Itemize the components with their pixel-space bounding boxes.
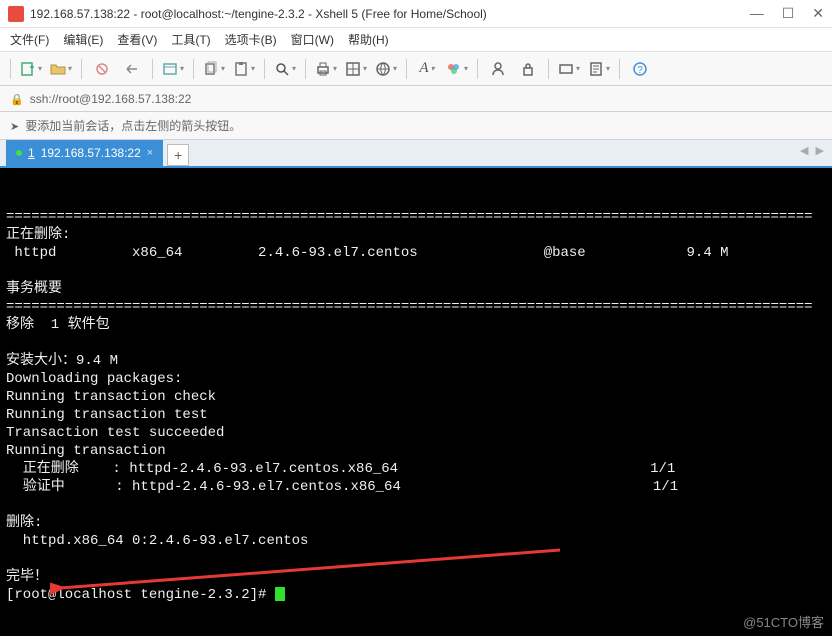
tab-index: 1 <box>28 146 35 160</box>
separator <box>10 59 11 79</box>
reconnect-button[interactable] <box>90 57 114 81</box>
layout-button[interactable] <box>344 57 368 81</box>
menu-window[interactable]: 窗口(W) <box>291 31 334 48</box>
toolbar: A ? <box>0 52 832 86</box>
menu-edit[interactable]: 编辑(E) <box>63 31 103 48</box>
font-button[interactable]: A <box>415 57 439 81</box>
cursor-block <box>275 587 285 601</box>
menu-file[interactable]: 文件(F) <box>10 31 49 48</box>
new-button[interactable] <box>19 57 43 81</box>
help-button[interactable]: ? <box>628 57 652 81</box>
separator <box>193 59 194 79</box>
tab-row: 1 192.168.57.138:22 × + ◀ ▶ <box>0 140 832 168</box>
maximize-button[interactable]: ☐ <box>782 5 795 22</box>
window-title: 192.168.57.138:22 - root@localhost:~/ten… <box>30 7 750 21</box>
tab-label: 192.168.57.138:22 <box>41 146 141 160</box>
minimize-button[interactable]: — <box>750 5 764 22</box>
encoding-button[interactable] <box>374 57 398 81</box>
open-button[interactable] <box>49 57 73 81</box>
menubar: 文件(F) 编辑(E) 查看(V) 工具(T) 选项卡(B) 窗口(W) 帮助(… <box>0 28 832 52</box>
separator <box>619 59 620 79</box>
app-icon <box>8 6 24 22</box>
separator <box>152 59 153 79</box>
menu-tools[interactable]: 工具(T) <box>171 31 210 48</box>
lock-icon <box>10 92 24 106</box>
color-button[interactable] <box>445 57 469 81</box>
menu-tabs[interactable]: 选项卡(B) <box>225 31 277 48</box>
hintbar: 要添加当前会话，点击左侧的箭头按钮。 <box>0 112 832 140</box>
add-tab-button[interactable]: + <box>167 144 189 166</box>
view-button[interactable] <box>557 57 581 81</box>
terminal[interactable]: ========================================… <box>0 168 832 636</box>
close-button[interactable]: ✕ <box>812 5 824 22</box>
terminal-output: ========================================… <box>6 190 826 604</box>
status-dot-icon <box>16 150 22 156</box>
profiles-button[interactable] <box>161 57 185 81</box>
separator <box>406 59 407 79</box>
separator <box>305 59 306 79</box>
hint-text: 要添加当前会话，点击左侧的箭头按钮。 <box>25 117 241 134</box>
menu-view[interactable]: 查看(V) <box>117 31 157 48</box>
script-button[interactable] <box>587 57 611 81</box>
tab-nav-arrows[interactable]: ◀ ▶ <box>800 144 826 157</box>
menu-help[interactable]: 帮助(H) <box>348 31 389 48</box>
print-button[interactable] <box>314 57 338 81</box>
svg-text:?: ? <box>637 65 643 76</box>
watermark: @51CTO博客 <box>743 614 824 632</box>
paste-button[interactable] <box>232 57 256 81</box>
arrow-icon[interactable] <box>10 119 19 133</box>
separator <box>81 59 82 79</box>
session-tab[interactable]: 1 192.168.57.138:22 × <box>6 140 163 166</box>
key-button[interactable] <box>516 57 540 81</box>
copy-button[interactable] <box>202 57 226 81</box>
separator <box>548 59 549 79</box>
tab-close-icon[interactable]: × <box>147 147 153 159</box>
separator <box>264 59 265 79</box>
address-text[interactable]: ssh://root@192.168.57.138:22 <box>30 92 192 106</box>
user-button[interactable] <box>486 57 510 81</box>
disconnect-button[interactable] <box>120 57 144 81</box>
separator <box>477 59 478 79</box>
addressbar: ssh://root@192.168.57.138:22 <box>0 86 832 112</box>
find-button[interactable] <box>273 57 297 81</box>
titlebar: 192.168.57.138:22 - root@localhost:~/ten… <box>0 0 832 28</box>
